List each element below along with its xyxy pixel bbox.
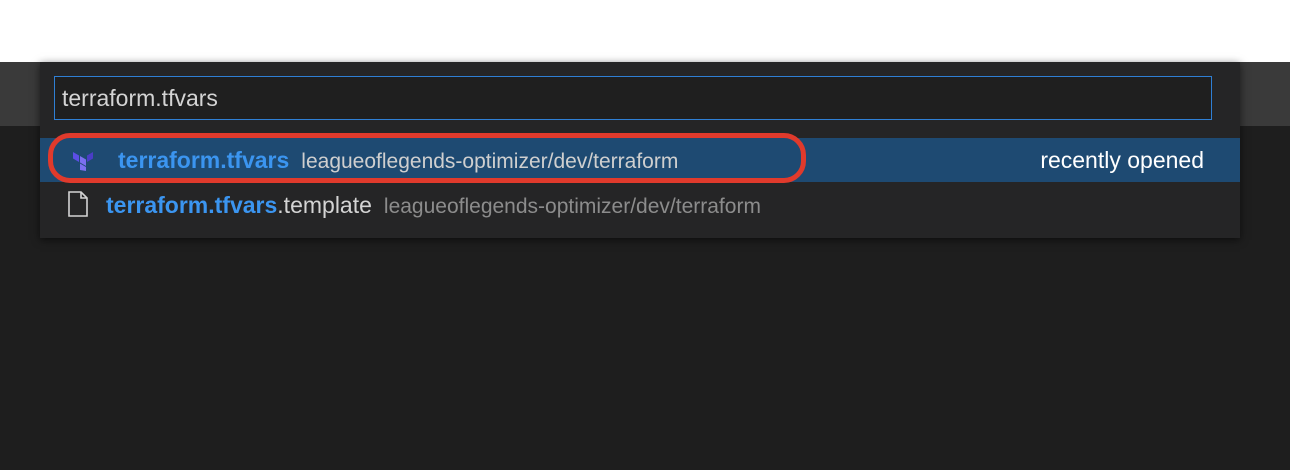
quick-open-result-selected[interactable]: terraform.tfvars leagueoflegends-optimize… bbox=[40, 138, 1240, 182]
result-label: terraform.tfvars.template leagueoflegends… bbox=[106, 192, 761, 219]
result-path: leagueoflegends-optimizer/dev/terraform bbox=[383, 195, 761, 218]
file-icon bbox=[67, 191, 89, 217]
result-path: leagueoflegends-optimizer/dev/terraform bbox=[301, 150, 679, 173]
top-area bbox=[0, 0, 1290, 62]
quick-open-result[interactable]: terraform.tfvars.template leagueoflegends… bbox=[40, 182, 1240, 226]
terraform-icon bbox=[73, 151, 93, 171]
recently-opened-badge: recently opened bbox=[1040, 147, 1204, 173]
result-name-match: terraform.tfvars bbox=[106, 192, 278, 218]
result-name-match: terraform.tfvars bbox=[118, 147, 290, 173]
quick-open-panel: terraform.tfvars leagueoflegends-optimize… bbox=[40, 62, 1240, 238]
result-label: terraform.tfvars leagueoflegends-optimize… bbox=[118, 147, 678, 174]
quick-open-search-input[interactable] bbox=[54, 76, 1212, 120]
result-name-rest: .template bbox=[277, 192, 372, 218]
